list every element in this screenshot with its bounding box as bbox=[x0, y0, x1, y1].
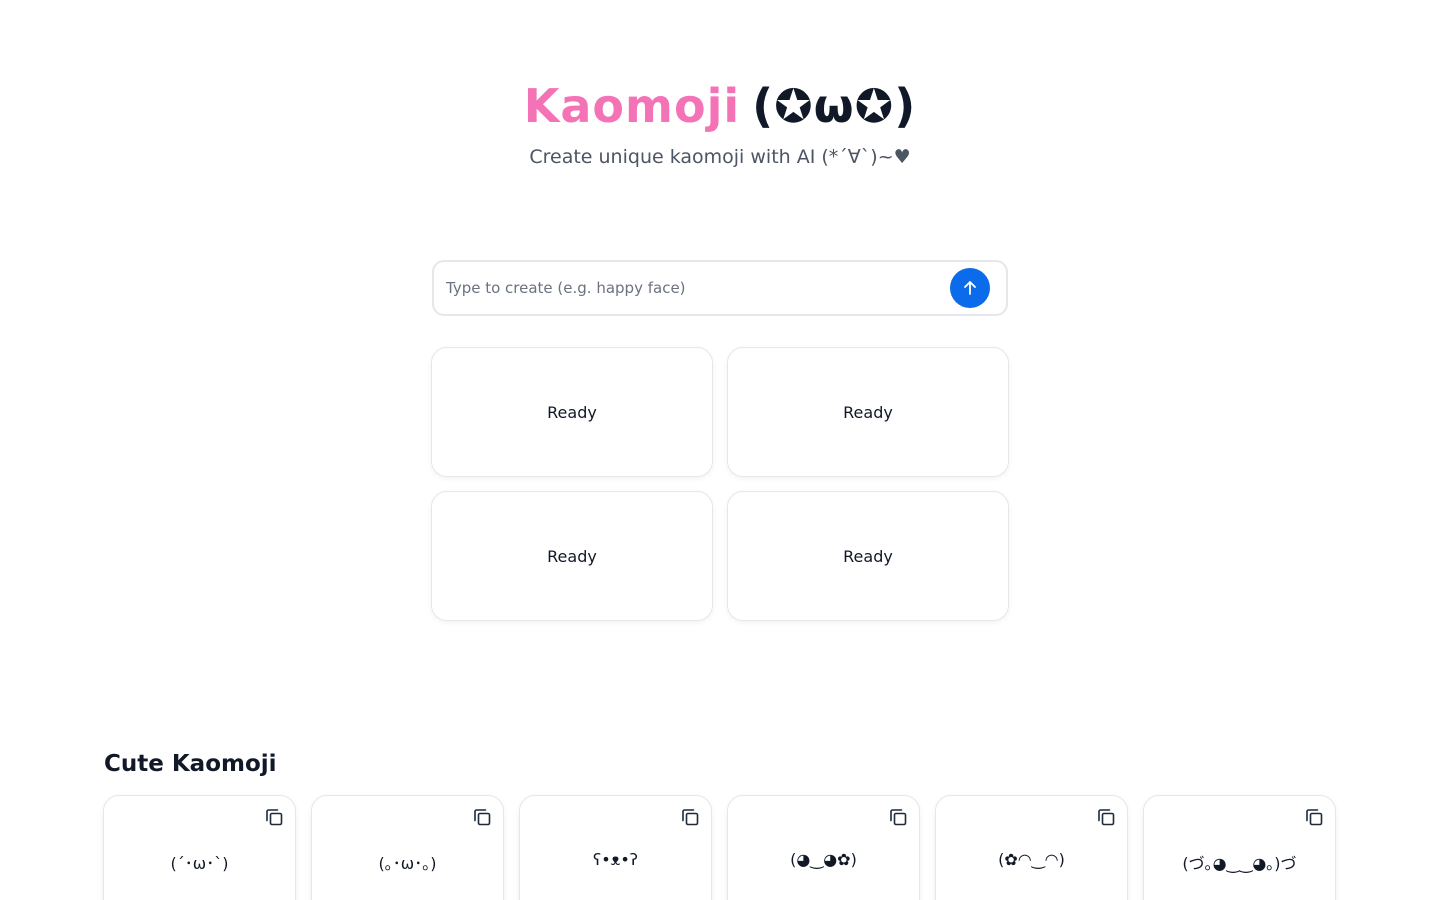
kaomoji-text: (｡･ω･｡) bbox=[378, 854, 437, 873]
result-status: Ready bbox=[843, 546, 893, 566]
kaomoji-text: (づ｡◕‿‿◕｡)づ bbox=[1182, 854, 1297, 873]
result-grid: Ready Ready Ready Ready bbox=[431, 347, 1009, 621]
copy-icon[interactable] bbox=[887, 806, 909, 828]
kaomoji-card[interactable]: (づ｡◕‿‿◕｡)づ bbox=[1143, 795, 1336, 900]
submit-button[interactable] bbox=[950, 268, 990, 308]
search-bar bbox=[432, 260, 1008, 316]
arrow-up-icon bbox=[964, 281, 976, 295]
kaomoji-card[interactable]: (✿◠‿◠) bbox=[935, 795, 1128, 900]
search-input[interactable] bbox=[446, 279, 950, 297]
page: Kaomoji (✪ω✪) Create unique kaomoji with … bbox=[0, 0, 1440, 900]
kaomoji-text: (◕‿◕✿) bbox=[790, 850, 857, 869]
copy-icon[interactable] bbox=[1303, 806, 1325, 828]
kaomoji-card[interactable]: ʕ•ᴥ•ʔ bbox=[519, 795, 712, 900]
section-title: Cute Kaomoji bbox=[104, 751, 277, 777]
kaomoji-text: (✿◠‿◠) bbox=[998, 850, 1065, 869]
page-subtitle: Create unique kaomoji with AI (*´∀`)~♥ bbox=[529, 146, 911, 168]
result-status: Ready bbox=[843, 402, 893, 422]
copy-icon[interactable] bbox=[263, 806, 285, 828]
result-card[interactable]: Ready bbox=[431, 491, 713, 621]
hero: Kaomoji (✪ω✪) Create unique kaomoji with … bbox=[0, 76, 1440, 170]
kaomoji-card[interactable]: (◕‿◕✿) bbox=[727, 795, 920, 900]
kaomoji-list: (´･ω･`) (｡･ω･｡) ʕ•ᴥ•ʔ (◕‿◕✿) (✿◠‿◠) (づ｡◕… bbox=[103, 795, 1336, 900]
title-kaomoji: (✪ω✪) bbox=[752, 79, 917, 133]
brand-name: Kaomoji bbox=[523, 79, 741, 133]
copy-icon[interactable] bbox=[1095, 806, 1117, 828]
result-card[interactable]: Ready bbox=[727, 347, 1009, 477]
kaomoji-text: (´･ω･`) bbox=[170, 854, 229, 873]
result-status: Ready bbox=[547, 402, 597, 422]
result-card[interactable]: Ready bbox=[727, 491, 1009, 621]
kaomoji-card[interactable]: (｡･ω･｡) bbox=[311, 795, 504, 900]
kaomoji-card[interactable]: (´･ω･`) bbox=[103, 795, 296, 900]
result-card[interactable]: Ready bbox=[431, 347, 713, 477]
copy-icon[interactable] bbox=[679, 806, 701, 828]
copy-icon[interactable] bbox=[471, 806, 493, 828]
kaomoji-text: ʕ•ᴥ•ʔ bbox=[593, 850, 638, 869]
result-status: Ready bbox=[547, 546, 597, 566]
page-title: Kaomoji (✪ω✪) bbox=[0, 76, 1440, 136]
